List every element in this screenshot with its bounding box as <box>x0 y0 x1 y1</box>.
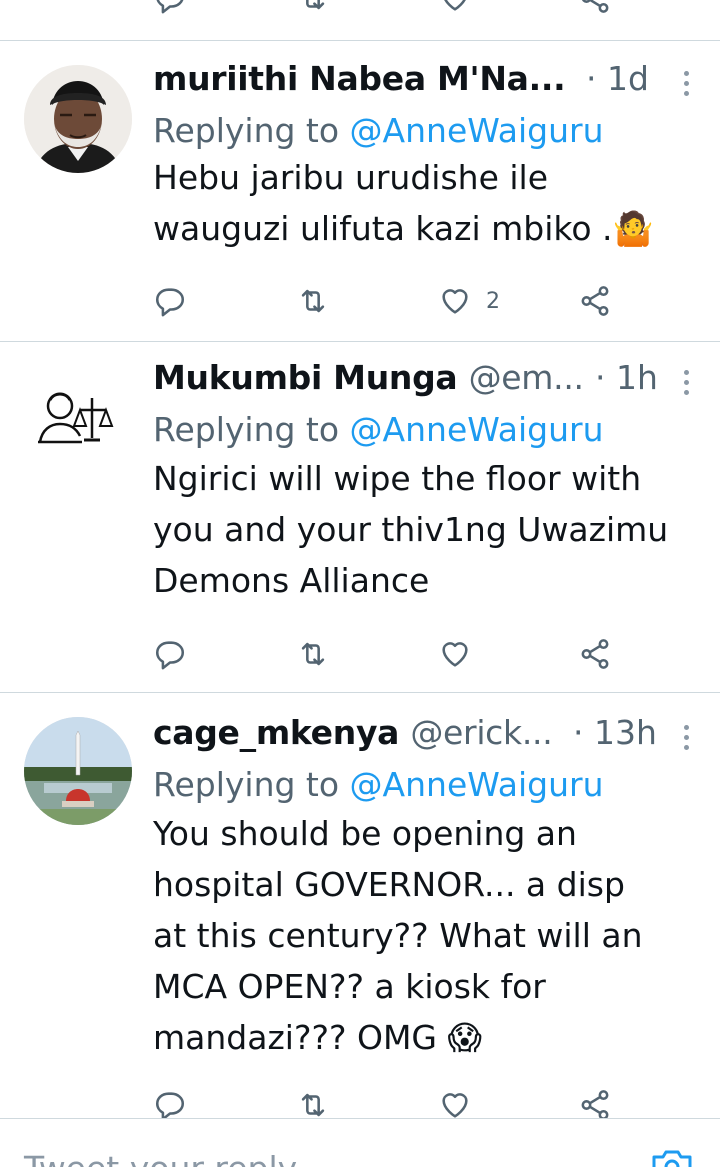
more-icon[interactable] <box>684 725 690 755</box>
retweet-icon <box>301 289 325 313</box>
tweet-reply-3[interactable]: cage_mkenya @erick... · 13h Replying to … <box>0 693 720 1123</box>
timestamp[interactable]: · 1d <box>586 59 649 98</box>
camera-icon[interactable] <box>650 1147 694 1167</box>
like-button[interactable] <box>438 0 472 18</box>
share-button[interactable] <box>578 0 612 18</box>
reply-button[interactable] <box>153 634 187 674</box>
reply-icon <box>155 641 185 670</box>
tweet-header: muriithi Nabea M'Na... · 1d <box>153 59 700 103</box>
timestamp[interactable]: · 1h <box>595 358 658 397</box>
tweet-header: cage_mkenya @erick... · 13h <box>153 713 700 757</box>
heart-icon <box>444 0 466 11</box>
tweet-text: Ngirici will wipe the floor with you and… <box>153 453 700 606</box>
reply-input[interactable]: Tweet your reply <box>24 1149 297 1167</box>
previous-tweet-actions <box>0 0 720 18</box>
tweet-content: muriithi Nabea M'Na... · 1d Replying to … <box>153 59 700 254</box>
display-name-text: Mukumbi Munga <box>153 358 458 397</box>
display-name[interactable]: Mukumbi Munga @em... <box>153 358 584 397</box>
tweet-text-line: MCA OPEN?? a kiosk for <box>153 967 546 1006</box>
share-icon <box>581 639 609 669</box>
replying-prefix: Replying to <box>153 410 350 449</box>
display-name-text: cage_mkenya <box>153 713 400 752</box>
tweet-text-line: Ngirici will wipe the floor with <box>153 459 642 498</box>
tweet-text-line: Demons Alliance <box>153 561 430 600</box>
reply-button[interactable] <box>153 0 187 18</box>
tweet-text-line: mandazi??? OMG 😱 <box>153 1018 482 1057</box>
share-icon <box>581 1090 609 1120</box>
replying-prefix: Replying to <box>153 765 350 804</box>
tweet-header: Mukumbi Munga @em... · 1h <box>153 358 700 402</box>
retweet-icon <box>306 0 325 10</box>
retweet-icon <box>301 1093 325 1117</box>
display-name[interactable]: muriithi Nabea M'Na... <box>153 59 566 98</box>
reply-icon <box>156 0 184 14</box>
tweet-reply-1[interactable]: muriithi Nabea M'Na... · 1d Replying to … <box>0 41 720 341</box>
heart-icon <box>442 1093 468 1118</box>
reply-button[interactable] <box>153 281 187 321</box>
tweet-text: Hebu jaribu urudishe ile wauguzi ulifuta… <box>153 152 700 254</box>
reply-thread-screen: muriithi Nabea M'Na... · 1d Replying to … <box>0 0 720 1167</box>
tweet-text-line: you and your thiv1ng Uwazimu <box>153 510 669 549</box>
reply-composer[interactable]: Tweet your reply <box>0 1118 720 1167</box>
replying-to: Replying to @AnneWaiguru <box>153 765 700 804</box>
tweet-text-line: wauguzi ulifuta kazi mbiko .🤷 <box>153 209 654 248</box>
heart-icon <box>442 642 468 667</box>
reply-icon <box>155 1092 185 1121</box>
reply-icon <box>155 288 185 317</box>
avatar-justice-drawing <box>24 362 132 470</box>
tweet-actions: 2 <box>153 281 623 321</box>
tweet-actions <box>153 634 623 674</box>
like-count: 2 <box>486 288 500 314</box>
avatar-monument-photo <box>24 717 132 825</box>
replying-to: Replying to @AnneWaiguru <box>153 410 700 449</box>
mention-link[interactable]: @AnneWaiguru <box>350 410 604 449</box>
retweet-icon <box>301 642 325 666</box>
share-icon <box>581 0 609 13</box>
avatar[interactable] <box>24 65 132 173</box>
timestamp[interactable]: · 13h <box>573 713 657 752</box>
tweet-reply-2[interactable]: Mukumbi Munga @em... · 1h Replying to @A… <box>0 342 720 692</box>
share-icon <box>581 286 609 316</box>
retweet-button[interactable] <box>296 0 330 18</box>
replying-prefix: Replying to <box>153 111 350 150</box>
more-icon[interactable] <box>684 370 690 400</box>
avatar-portrait-image <box>24 65 132 173</box>
user-handle[interactable]: @erick... <box>410 713 552 752</box>
more-icon[interactable] <box>684 71 690 101</box>
avatar[interactable] <box>24 362 132 470</box>
tweet-content: Mukumbi Munga @em... · 1h Replying to @A… <box>153 358 700 606</box>
heart-icon <box>442 289 468 314</box>
share-button[interactable] <box>578 634 612 674</box>
avatar[interactable] <box>24 717 132 825</box>
replying-to: Replying to @AnneWaiguru <box>153 111 700 150</box>
mention-link[interactable]: @AnneWaiguru <box>350 765 604 804</box>
tweet-text-line: at this century?? What will an <box>153 916 643 955</box>
like-button[interactable] <box>438 634 472 674</box>
like-button[interactable]: 2 <box>438 281 500 321</box>
display-name[interactable]: cage_mkenya @erick... <box>153 713 553 752</box>
tweet-text-line: Hebu jaribu urudishe ile <box>153 158 549 197</box>
tweet-text-line: hospital GOVERNOR... a disp <box>153 865 625 904</box>
tweet-text: You should be opening an hospital GOVERN… <box>153 808 700 1063</box>
user-handle[interactable]: @em... <box>469 358 584 397</box>
retweet-button[interactable] <box>296 281 330 321</box>
share-button[interactable] <box>578 281 612 321</box>
tweet-text-line: You should be opening an <box>153 814 577 853</box>
tweet-content: cage_mkenya @erick... · 13h Replying to … <box>153 713 700 1063</box>
mention-link[interactable]: @AnneWaiguru <box>350 111 604 150</box>
retweet-button[interactable] <box>296 634 330 674</box>
